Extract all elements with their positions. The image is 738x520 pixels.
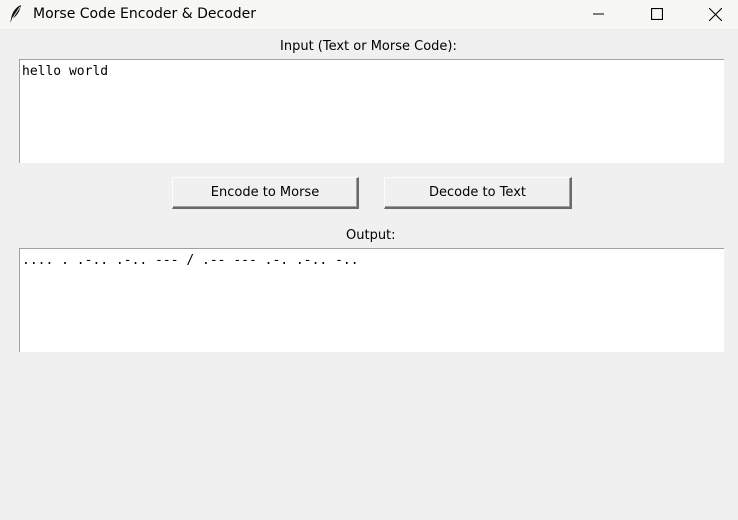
- maximize-button[interactable]: [635, 0, 681, 30]
- encode-button[interactable]: Encode to Morse: [172, 177, 359, 209]
- close-button[interactable]: [693, 0, 738, 30]
- output-label: Output:: [346, 228, 396, 243]
- feather-icon: [9, 4, 23, 24]
- decode-button[interactable]: Decode to Text: [384, 177, 572, 209]
- input-textarea[interactable]: hello world: [19, 59, 724, 163]
- window-title: Morse Code Encoder & Decoder: [33, 6, 257, 22]
- minimize-button[interactable]: [577, 0, 623, 30]
- maximize-icon: [651, 8, 663, 20]
- close-icon: [709, 8, 722, 21]
- title-bar[interactable]: Morse Code Encoder & Decoder: [0, 0, 738, 30]
- input-label: Input (Text or Morse Code):: [280, 39, 457, 54]
- output-textarea[interactable]: .... . .-.. .-.. --- / .-- --- .-. .-.. …: [19, 248, 724, 352]
- minimize-icon: [593, 13, 604, 15]
